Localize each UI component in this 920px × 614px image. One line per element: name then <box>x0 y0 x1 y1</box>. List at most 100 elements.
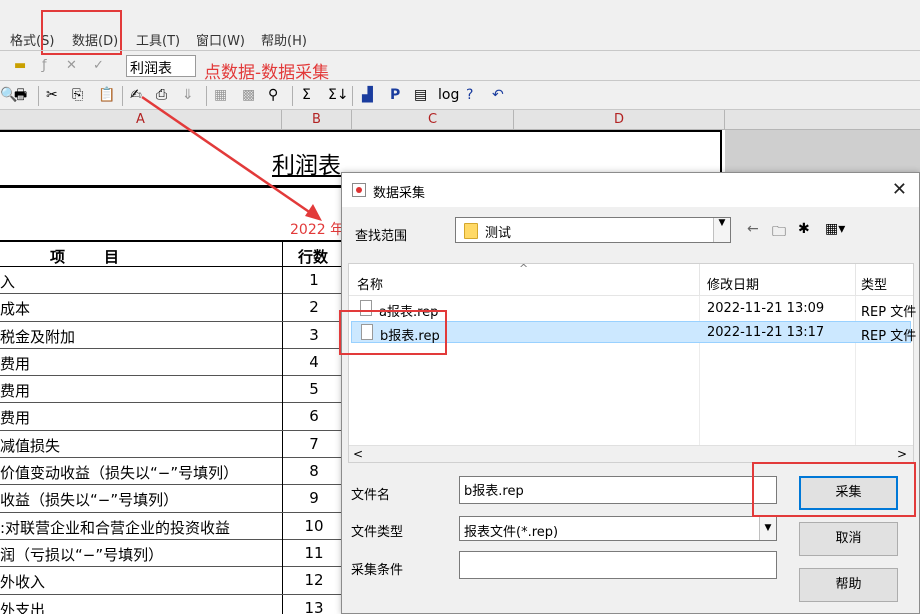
table-row[interactable]: 成本 2 <box>0 294 345 322</box>
sheet-title: 利润表 <box>272 153 341 179</box>
back-icon[interactable]: ← <box>747 221 759 237</box>
column-header-d[interactable]: D <box>514 110 725 130</box>
look-in-select[interactable]: 测试 ▼ <box>455 217 731 243</box>
copy-icon[interactable]: ⎘ <box>72 87 83 103</box>
file-list[interactable]: 名称 ^ 修改日期 类型 a报表.rep 2022-11-21 13:09 RE… <box>348 262 917 463</box>
toolbar: 🔍 🖶 ✂ ⎘ 📋 ✍ ⎙ ⇓ ▦ ▩ ⚲ Σ Σ↓ ▟ P ▤ log ? ↶ <box>0 80 920 110</box>
row-item: 费用 <box>0 382 31 401</box>
row-num: 13 <box>282 594 345 614</box>
table-rows: 入1 成本 2 税金及附加 3 费用 4 费用 5 费用 6 减值损失 7 价值变动收益（损… <box>0 267 345 614</box>
row-num: 5 <box>282 376 345 404</box>
menu-help[interactable]: 帮助(H) <box>261 30 307 49</box>
sort-icon[interactable]: ⇓ <box>182 87 194 103</box>
scroll-right-icon[interactable]: > <box>897 447 907 461</box>
row-num: 9 <box>282 485 345 513</box>
row-item: 费用 <box>0 409 31 428</box>
formula-input[interactable]: 利润表 <box>126 55 196 77</box>
row-item: 税金及附加 <box>0 327 76 346</box>
table-row[interactable]: 费用 5 <box>0 376 345 404</box>
scroll-left-icon[interactable]: < <box>353 447 363 461</box>
table-row[interactable]: 费用 6 <box>0 403 345 431</box>
row-item: 入 <box>0 273 16 291</box>
find-icon[interactable]: ⚲ <box>268 87 278 103</box>
data-collect-dialog: 数据采集 ✕ 查找范围 测试 ▼ ← 🗀 ✱ ▦▾ 名称 ^ 修改日期 类型 a… <box>341 172 920 614</box>
table-row[interactable]: 费用 4 <box>0 348 345 377</box>
row-item: 费用 <box>0 354 31 373</box>
row-num: 3 <box>282 321 345 349</box>
insert-icon[interactable]: ⎙ <box>156 87 167 103</box>
row-num: 10 <box>282 512 345 540</box>
table-row[interactable]: 价值变动收益（损失以“−”号填列） 8 <box>0 458 345 486</box>
table-row[interactable]: 收益（损失以“−”号填列） 9 <box>0 485 345 513</box>
table-row[interactable]: 外支出 13 <box>0 594 345 614</box>
print-icon[interactable]: 🖶 <box>14 87 27 103</box>
highlight-selected-file <box>339 310 447 355</box>
paste-icon[interactable]: 📋 <box>98 87 115 103</box>
help-pointer-icon[interactable]: ? <box>466 87 473 103</box>
col-modified[interactable]: 修改日期 <box>707 274 759 293</box>
file-type: REP 文件 <box>861 329 917 344</box>
look-in-label: 查找范围 <box>355 229 408 244</box>
new-folder-icon[interactable]: ✱ <box>798 221 810 237</box>
view-menu-icon[interactable]: ▦▾ <box>825 221 845 237</box>
sum-down-icon[interactable]: Σ↓ <box>328 87 349 103</box>
dialog-titlebar[interactable]: 数据采集 ✕ <box>342 173 919 207</box>
menu-window[interactable]: 窗口(W) <box>196 30 245 49</box>
p-icon[interactable]: P <box>390 87 400 103</box>
table-row[interactable]: 税金及附加 3 <box>0 321 345 349</box>
up-folder-icon[interactable]: 🗀 <box>772 221 786 245</box>
row-item: 外支出 <box>0 600 46 614</box>
row-num: 8 <box>282 458 345 486</box>
condition-input[interactable] <box>459 551 777 579</box>
table-row[interactable]: 外收入 12 <box>0 567 345 595</box>
table-header: 项 目 行数 <box>0 240 345 269</box>
chevron-down-icon[interactable]: ▼ <box>759 517 776 540</box>
column-header-c[interactable]: C <box>352 110 514 130</box>
condition-label: 采集条件 <box>351 563 404 578</box>
log-icon[interactable]: log <box>438 87 459 103</box>
filename-label: 文件名 <box>351 488 391 503</box>
table-row[interactable]: :对联营企业和合营企业的投资收益 10 <box>0 512 345 540</box>
table-row[interactable]: 入1 <box>0 267 345 295</box>
cancel-icon[interactable]: ✕ <box>66 58 77 73</box>
table-row[interactable]: 减值损失 7 <box>0 430 345 459</box>
sum-icon[interactable]: Σ <box>302 87 311 103</box>
menu-tools[interactable]: 工具(T) <box>136 30 180 49</box>
grid2-icon[interactable]: ▩ <box>242 87 255 103</box>
grid-icon[interactable]: ▦ <box>214 87 227 103</box>
undo-icon[interactable]: ↶ <box>492 87 504 103</box>
chart-icon[interactable]: ▟ <box>362 87 373 103</box>
help-button[interactable]: 帮助 <box>799 568 898 602</box>
filetype-value: 报表文件(*.rep) <box>464 525 559 540</box>
col-type[interactable]: 类型 <box>861 274 887 293</box>
dialog-title: 数据采集 <box>373 186 426 201</box>
horizontal-scrollbar[interactable]: < > <box>349 445 913 462</box>
col-name[interactable]: 名称 <box>357 274 383 293</box>
column-header-b[interactable]: B <box>282 110 352 130</box>
close-icon[interactable]: ✕ <box>892 179 907 200</box>
filename-input[interactable]: b报表.rep <box>459 476 777 504</box>
menu-bar: 格式(S) 数据(D) 工具(T) 窗口(W) 帮助(H) <box>0 26 920 50</box>
function-icon[interactable]: ƒ <box>42 58 47 73</box>
report-year: 2022 年 <box>290 222 345 238</box>
cancel-button[interactable]: 取消 <box>799 522 898 556</box>
row-num: 6 <box>282 403 345 431</box>
highlight-menu-data <box>41 10 122 55</box>
cut-icon[interactable]: ✂ <box>46 87 58 103</box>
sort-up-icon: ^ <box>519 262 529 275</box>
table-row[interactable]: 润（亏损以“−”号填列） 11 <box>0 539 345 568</box>
row-item: 减值损失 <box>0 436 61 455</box>
page-icon[interactable]: ▤ <box>414 87 427 103</box>
file-modified: 2022-11-21 13:17 <box>707 325 825 340</box>
row-item: 收益（损失以“−”号填列） <box>0 491 179 510</box>
filetype-select[interactable]: 报表文件(*.rep) ▼ <box>459 516 777 541</box>
chevron-down-icon[interactable]: ▼ <box>713 218 730 242</box>
confirm-icon[interactable]: ✓ <box>93 58 104 73</box>
row-item: 外收入 <box>0 573 46 592</box>
file-list-header: 名称 ^ 修改日期 类型 <box>349 262 913 296</box>
column-header-empty <box>725 110 920 130</box>
collect-data-icon[interactable]: ✍ <box>130 87 142 103</box>
folder-icon <box>464 223 478 239</box>
column-header-a[interactable]: A <box>0 110 282 130</box>
calculator-icon[interactable]: ▬ <box>14 58 26 73</box>
